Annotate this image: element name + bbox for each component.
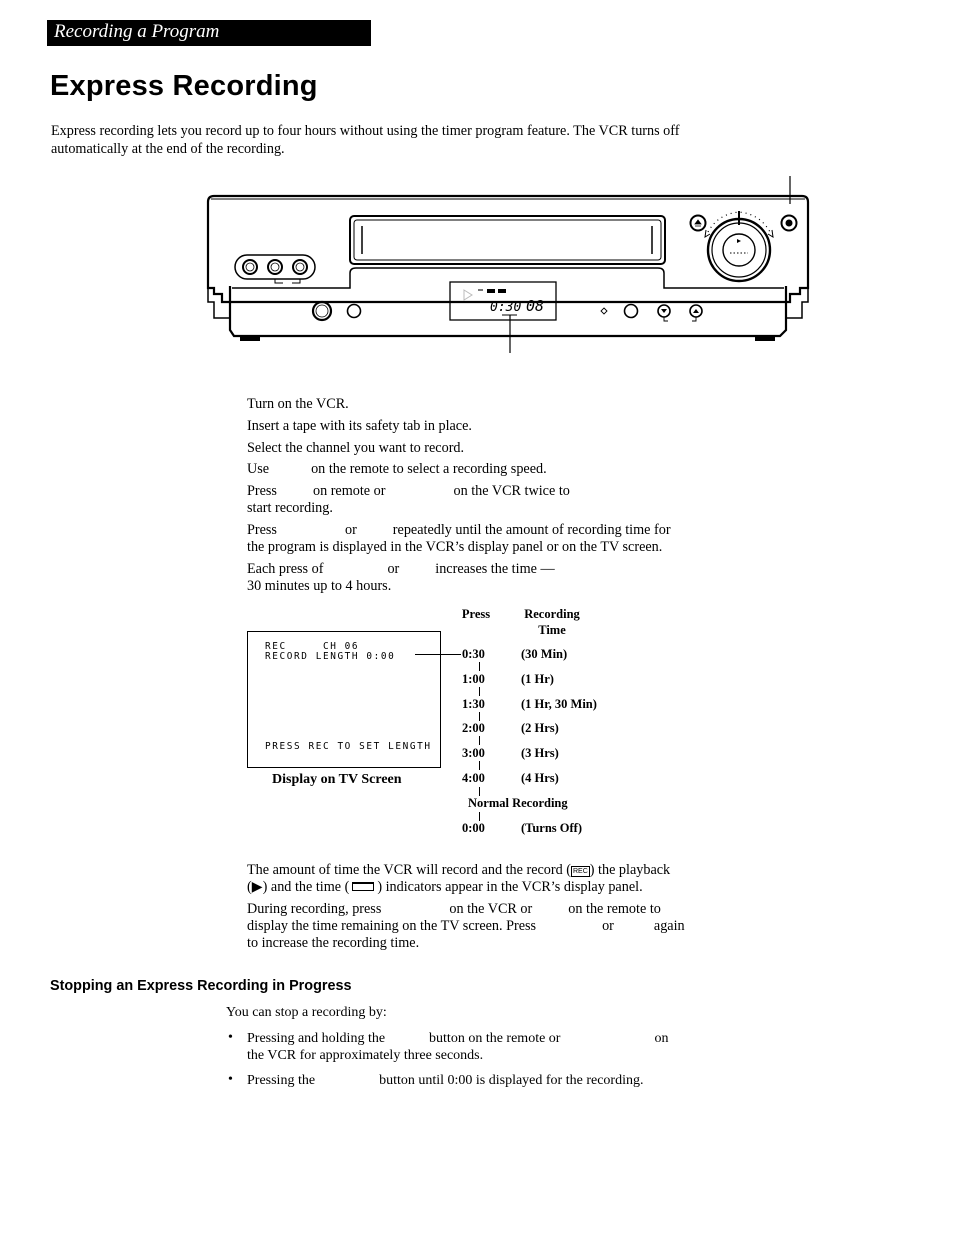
- column-header-time: Time: [538, 623, 566, 637]
- stop-1-text-a: Pressing and holding the: [247, 1031, 386, 1046]
- stopping-option-2: Pressing the button until 0:00 is display…: [247, 1072, 643, 1089]
- note-2-text-b: on the VCR or: [449, 901, 533, 917]
- recording-time-value: (2 Hrs): [521, 721, 559, 736]
- jog-shuttle-dial: [706, 217, 772, 283]
- note-2-text-c: on the remote to: [568, 901, 661, 917]
- tv-screen-display: REC CH 06 RECORD LENGTH 0:00 PRESS REC T…: [247, 631, 441, 768]
- tick-line: [479, 761, 481, 771]
- step-6-text-b: or: [344, 522, 357, 538]
- rec-indicator-icon: REC: [571, 866, 590, 877]
- page-title: Express Recording: [50, 70, 318, 102]
- step-3-text: Select the channel you want to record.: [247, 440, 465, 456]
- tv-screen-caption: Display on TV Screen: [272, 772, 402, 787]
- step-4-text-a: Use: [247, 461, 270, 477]
- stop-2-text-a: Pressing the: [247, 1073, 316, 1088]
- step-7-text-c: increases the time —: [435, 561, 555, 577]
- tick-line: [479, 662, 481, 671]
- note-2-text-e: or: [602, 918, 614, 934]
- bullet-icon: •: [228, 1030, 233, 1045]
- recording-time-off: (Turns Off): [521, 821, 583, 835]
- tv-line-instructions: PRESS REC TO SET LENGTH: [265, 741, 432, 752]
- stop-2-text-b: button until 0:00 is displayed for the r…: [379, 1073, 644, 1088]
- step-7: Each press of or increases the time — 30 m…: [247, 561, 555, 595]
- section-header-bar: Recording a Program: [47, 20, 371, 46]
- step-1: Turn on the VCR.: [247, 396, 349, 413]
- step-3: Select the channel you want to record.: [247, 440, 464, 457]
- cassette-slot: [349, 215, 666, 265]
- note-2-text-a: During recording, press: [247, 901, 382, 917]
- press-value: 4:00: [462, 771, 485, 785]
- step-7-text-a: Each press of: [247, 561, 324, 577]
- tick-line: [479, 711, 481, 721]
- step-5-text-b: on remote or: [312, 483, 386, 499]
- step-7-text-b: or: [387, 561, 400, 577]
- step-5-text-c: on the VCR twice to: [453, 483, 570, 499]
- step-7-text-d: 30 minutes up to 4 hours.: [247, 578, 392, 594]
- note-1-text-d: ) indicators appear in the VCR’s display…: [377, 879, 643, 895]
- press-value: 1:30: [462, 696, 485, 711]
- note-1-text-a: The amount of time the VCR will record a…: [247, 862, 571, 878]
- stop-1-text-c: on: [654, 1031, 669, 1046]
- note-during-recording: During recording, press on the VCR or on t…: [247, 901, 685, 952]
- press-value: 0:30: [462, 647, 485, 661]
- recording-time-value: (3 Hrs): [521, 746, 559, 761]
- note-1-text-c: (▶) and the time (: [247, 879, 350, 895]
- note-2-text-g: to increase the recording time.: [247, 935, 420, 951]
- step-6-text-d: the program is displayed in the VCR’s di…: [247, 539, 663, 555]
- time-indicator-icon: [352, 882, 375, 891]
- normal-recording-label: Normal Recording: [468, 796, 568, 810]
- note-1-text-b: ) the playback: [589, 862, 671, 878]
- note-2-text-f: again: [653, 918, 685, 934]
- tick-line: [479, 686, 481, 696]
- stop-1-text-d: the VCR for approximately three seconds.: [247, 1048, 484, 1063]
- step-6-text-a: Press: [247, 522, 277, 538]
- step-5: Press on remote or on the VCR twice to sta…: [247, 483, 570, 517]
- display-channel: 08: [526, 297, 544, 315]
- step-6: Press or repeatedly until the amount of re…: [247, 522, 671, 556]
- step-4: Use on the remote to select a recording s…: [247, 461, 547, 478]
- tv-line-record-length: RECORD LENGTH 0:00: [265, 651, 396, 662]
- note-2-text-d: display the time remaining on the TV scr…: [247, 918, 537, 934]
- vcr-front-panel-illustration: 0:30 08: [206, 176, 810, 353]
- tick-line: [479, 787, 481, 796]
- press-value: 3:00: [462, 746, 485, 761]
- step-5-text-a: Press: [247, 483, 277, 499]
- step-6-text-c: repeatedly until the amount of recording…: [392, 522, 671, 538]
- intro-paragraph: Express recording lets you record up to …: [51, 123, 680, 157]
- recording-time-value: (4 Hrs): [521, 771, 559, 785]
- section-title: Recording a Program: [54, 21, 220, 42]
- step-1-text: Turn on the VCR.: [247, 396, 349, 412]
- column-header-press: Press: [461, 607, 491, 621]
- display-time: 0:30: [490, 300, 521, 315]
- recording-time-value: (30 Min): [521, 647, 568, 661]
- stopping-lead: You can stop a recording by:: [226, 1005, 387, 1020]
- stopping-option-1: Pressing and holding the button on the re…: [247, 1030, 668, 1064]
- vcr-body-outline: [206, 194, 810, 304]
- connector-line: [415, 654, 461, 656]
- recording-time-value: (1 Hr, 30 Min): [521, 696, 597, 711]
- step-2-text: Insert a tape with its safety tab in pla…: [247, 418, 472, 434]
- column-header-recording: Recording: [524, 607, 580, 621]
- stop-1-text-b: button on the remote or: [429, 1031, 561, 1046]
- press-value: 1:00: [462, 671, 485, 686]
- step-4-text-b: on the remote to select a recording spee…: [311, 461, 547, 477]
- press-value: 2:00: [462, 721, 485, 736]
- recording-time-value: (1 Hr): [521, 671, 554, 686]
- step-5-text-d: start recording.: [247, 500, 333, 516]
- press-value-off: 0:00: [462, 821, 485, 835]
- column-header-recording-time: Recording Time: [516, 606, 588, 638]
- tick-line: [479, 736, 481, 746]
- av-input-jacks: [234, 254, 316, 280]
- step-2: Insert a tape with its safety tab in pla…: [247, 418, 472, 435]
- bullet-icon: •: [228, 1072, 233, 1087]
- note-indicators: The amount of time the VCR will record a…: [247, 862, 670, 896]
- tick-line: [479, 812, 481, 821]
- stopping-heading: Stopping an Express Recording in Progres…: [50, 978, 352, 994]
